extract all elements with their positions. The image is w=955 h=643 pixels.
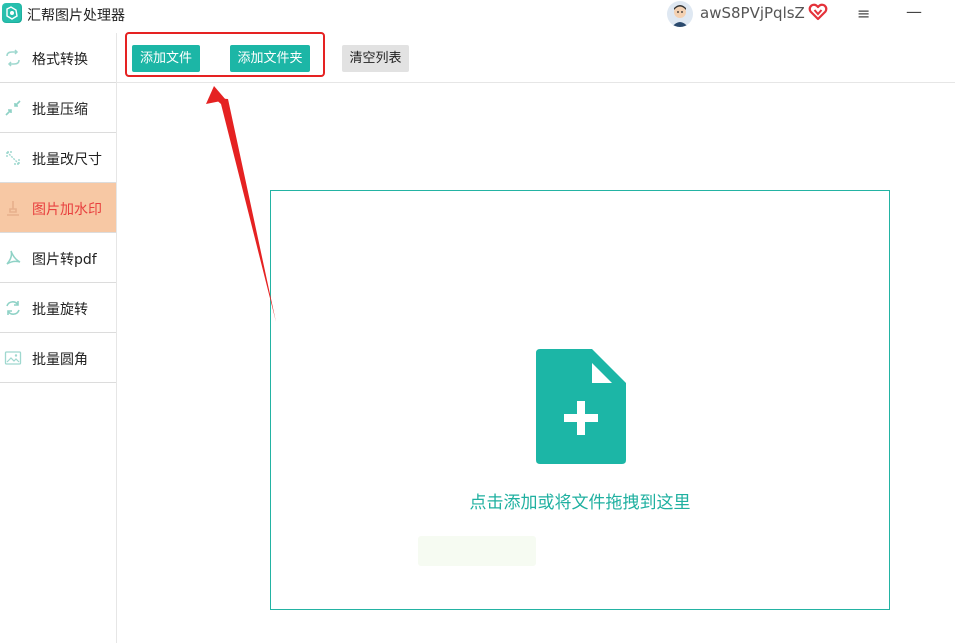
sidebar-item-format-convert[interactable]: 格式转换 xyxy=(0,33,116,83)
vip-heart-icon[interactable] xyxy=(808,2,828,22)
sidebar-item-label: 批量旋转 xyxy=(32,302,88,318)
sidebar-item-resize[interactable]: 批量改尺寸 xyxy=(0,133,116,183)
sidebar-item-label: 批量改尺寸 xyxy=(32,152,102,168)
sidebar: 格式转换 批量压缩 批量改尺寸 图片加水印 图片转pdf 批量旋转 批量圆角 xyxy=(0,33,117,643)
hamburger-menu-icon[interactable]: ≡ xyxy=(857,4,870,23)
sidebar-item-label: 图片加水印 xyxy=(32,202,102,218)
sidebar-item-label: 图片转pdf xyxy=(32,252,97,268)
sidebar-item-round-corner[interactable]: 批量圆角 xyxy=(0,333,116,383)
rotate-icon xyxy=(4,299,22,317)
drop-hint-text: 点击添加或将文件拖拽到这里 xyxy=(469,493,691,513)
faint-placeholder xyxy=(418,536,536,566)
sidebar-item-label: 格式转换 xyxy=(32,52,88,68)
compress-icon xyxy=(4,99,22,117)
watermark-icon xyxy=(4,199,22,217)
sidebar-item-label: 批量圆角 xyxy=(32,352,88,368)
sidebar-item-watermark[interactable]: 图片加水印 xyxy=(0,183,116,233)
resize-icon xyxy=(4,149,22,167)
file-add-icon[interactable] xyxy=(536,349,626,464)
title-bar: 汇帮图片处理器 awS8PVjPqlsZ ≡ — xyxy=(0,0,955,30)
app-title: 汇帮图片处理器 xyxy=(27,8,125,24)
app-logo-icon xyxy=(2,3,22,23)
toolbar-divider xyxy=(117,82,955,83)
sidebar-item-to-pdf[interactable]: 图片转pdf xyxy=(0,233,116,283)
clear-list-button[interactable]: 清空列表 xyxy=(342,45,409,72)
sidebar-item-compress[interactable]: 批量压缩 xyxy=(0,83,116,133)
minimize-icon[interactable]: — xyxy=(906,2,922,21)
format-convert-icon xyxy=(4,49,22,67)
avatar[interactable] xyxy=(667,1,693,27)
drop-zone[interactable]: 点击添加或将文件拖拽到这里 xyxy=(270,190,890,610)
pdf-icon xyxy=(4,249,22,267)
round-corner-icon xyxy=(4,349,22,367)
sidebar-item-label: 批量压缩 xyxy=(32,102,88,118)
sidebar-item-rotate[interactable]: 批量旋转 xyxy=(0,283,116,333)
username[interactable]: awS8PVjPqlsZ xyxy=(700,4,805,22)
annotation-highlight-box xyxy=(125,32,325,77)
